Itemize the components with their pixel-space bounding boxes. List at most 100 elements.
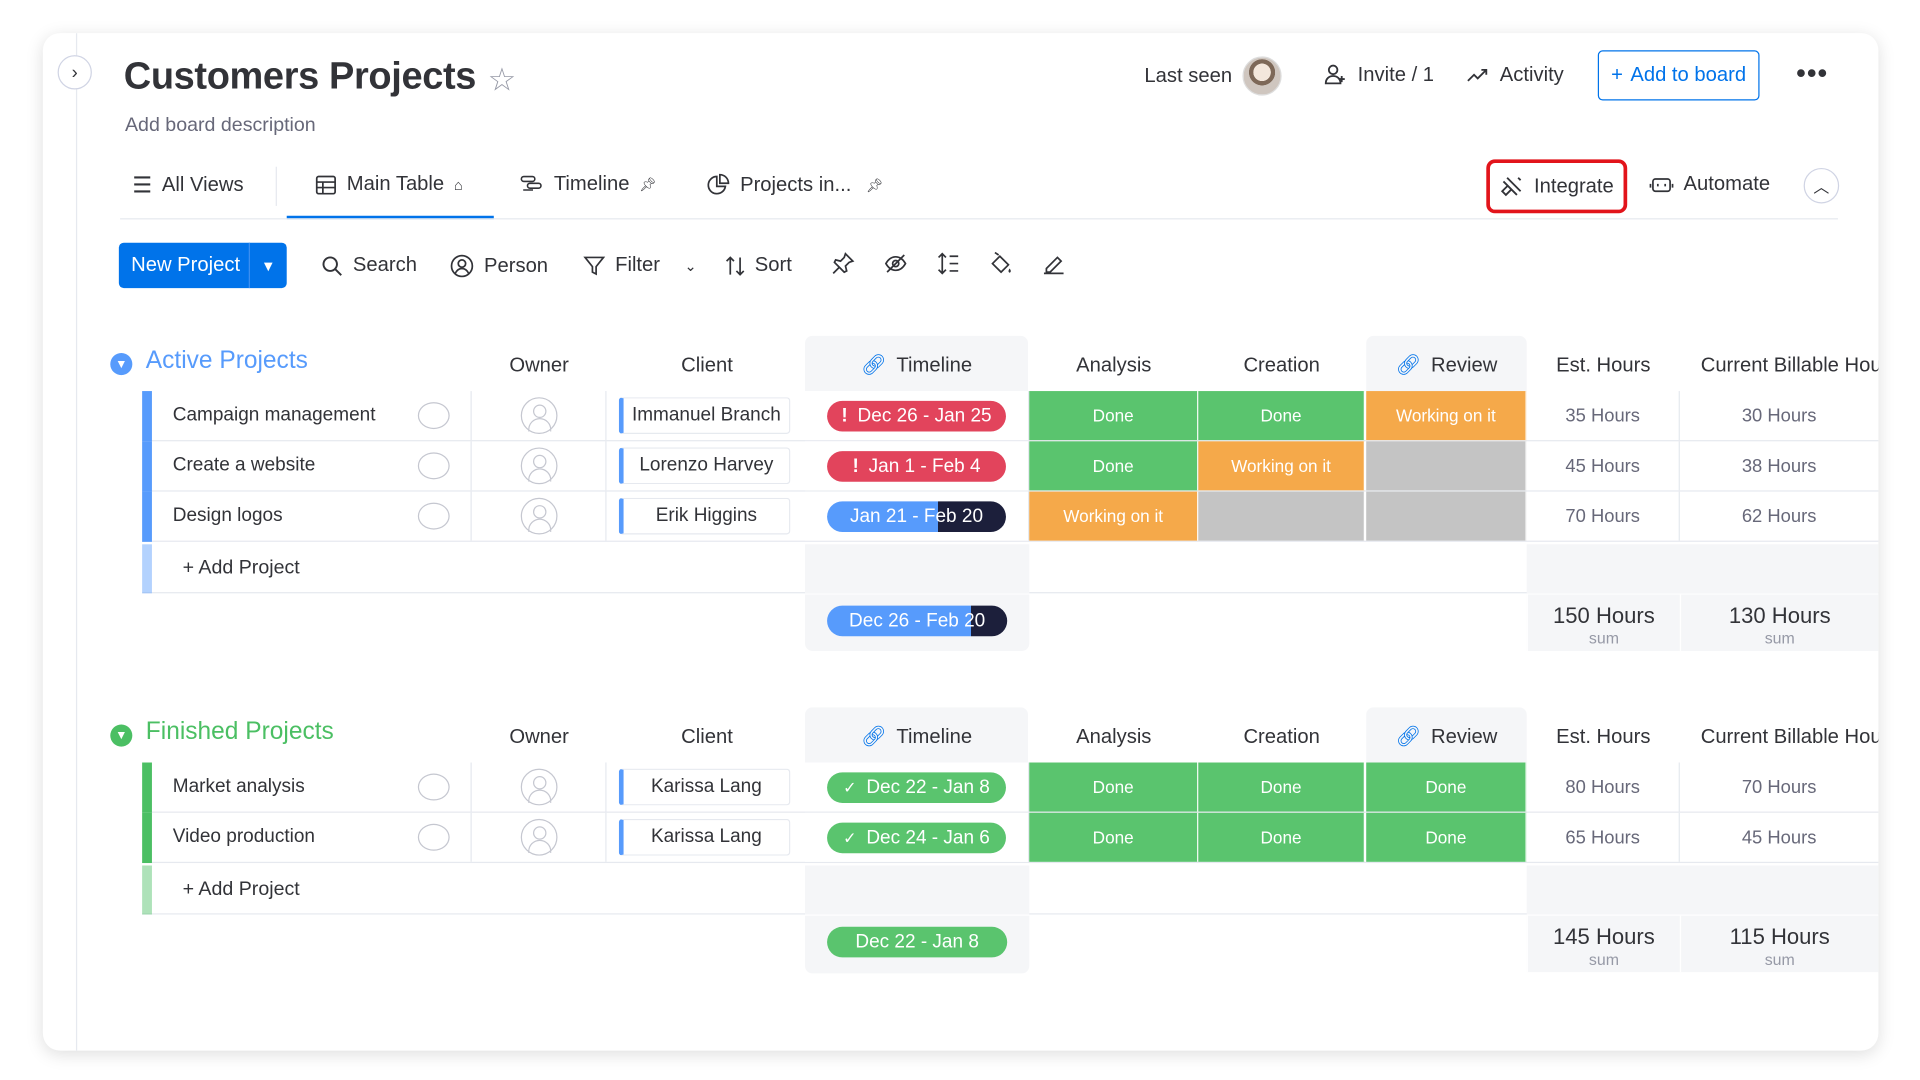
- automate-label: Automate: [1683, 172, 1771, 195]
- status-review[interactable]: Working on it: [1366, 391, 1527, 441]
- timeline-cell[interactable]: ! Jan 1 - Feb 4: [805, 441, 1030, 491]
- owner-cell[interactable]: [472, 441, 607, 491]
- column-header-review[interactable]: 🔗︎ Review: [1366, 354, 1527, 377]
- column-header-label: Current Billable Hours: [1700, 354, 1879, 377]
- comment-icon[interactable]: [417, 452, 450, 480]
- tab-main-table[interactable]: Main Table ⌂: [315, 173, 463, 196]
- comment-icon[interactable]: [417, 823, 450, 851]
- filter-button[interactable]: Filter ⌄: [583, 254, 697, 277]
- search-button[interactable]: Search: [321, 254, 417, 277]
- status-analysis[interactable]: Done: [1029, 391, 1199, 441]
- person-filter-button[interactable]: Person: [450, 254, 548, 279]
- edit-icon[interactable]: [1042, 251, 1067, 282]
- paint-bucket-icon[interactable]: [989, 251, 1014, 282]
- client-cell[interactable]: Immanuel Branch: [607, 391, 805, 440]
- tab-projects[interactable]: Projects in... 📌︎: [706, 173, 883, 198]
- status-creation[interactable]: Working on it: [1198, 441, 1365, 491]
- status-review[interactable]: [1366, 491, 1527, 541]
- group-title[interactable]: Active Projects: [146, 347, 308, 375]
- owner-cell[interactable]: [472, 762, 607, 812]
- status-creation[interactable]: Done: [1198, 812, 1365, 862]
- column-header-owner[interactable]: Owner: [472, 726, 607, 749]
- board-description[interactable]: Add board description: [125, 115, 316, 137]
- column-header-billable[interactable]: Current Billable Hours: [1680, 726, 1879, 749]
- timeline-range: Jan 1 - Feb 4: [868, 455, 981, 477]
- pin-icon: 📌︎: [866, 178, 884, 194]
- owner-cell[interactable]: [472, 391, 607, 441]
- new-project-button[interactable]: New Project ▼: [118, 242, 287, 289]
- chevron-down-icon[interactable]: ⌄: [685, 257, 697, 274]
- row-height-icon[interactable]: [936, 251, 961, 282]
- status-analysis[interactable]: Done: [1029, 441, 1199, 491]
- add-item-row[interactable]: + Add Project: [142, 544, 1879, 594]
- column-header-review[interactable]: 🔗︎ Review: [1366, 726, 1527, 749]
- hide-icon[interactable]: [883, 251, 908, 282]
- add-to-board-button[interactable]: + Add to board: [1597, 50, 1760, 101]
- table-row[interactable]: Create a website Lorenzo Harvey! Jan 1 - F…: [142, 441, 1879, 492]
- client-cell[interactable]: Lorenzo Harvey: [607, 441, 805, 490]
- column-header-creation[interactable]: Creation: [1198, 726, 1365, 749]
- status-analysis[interactable]: Done: [1029, 812, 1199, 862]
- star-icon[interactable]: ☆: [488, 61, 517, 99]
- client-cell[interactable]: Karissa Lang: [607, 763, 805, 812]
- group-toggle-icon[interactable]: ▼: [110, 353, 133, 376]
- timeline-cell[interactable]: ✓ Dec 24 - Jan 6: [805, 812, 1030, 862]
- board-title[interactable]: Customers Projects: [124, 54, 477, 98]
- integrate-button[interactable]: Integrate: [1486, 159, 1628, 214]
- column-header-creation[interactable]: Creation: [1198, 354, 1365, 377]
- status-creation[interactable]: [1198, 491, 1365, 541]
- timeline-cell[interactable]: ! Dec 26 - Jan 25: [805, 391, 1030, 441]
- owner-cell[interactable]: [472, 812, 607, 862]
- sort-button[interactable]: Sort: [725, 254, 792, 277]
- owner-cell[interactable]: [472, 491, 607, 541]
- activity-button[interactable]: Activity: [1465, 63, 1564, 88]
- status-creation[interactable]: Done: [1198, 762, 1365, 812]
- add-project-input[interactable]: + Add Project: [183, 558, 300, 580]
- column-header-analysis[interactable]: Analysis: [1029, 354, 1198, 377]
- column-header-est-hours[interactable]: Est. Hours: [1527, 354, 1680, 377]
- more-options-icon[interactable]: •••: [1796, 58, 1828, 90]
- last-seen[interactable]: Last seen: [1144, 56, 1282, 96]
- group-title[interactable]: Finished Projects: [146, 718, 334, 746]
- status-review[interactable]: [1366, 441, 1527, 491]
- table-row[interactable]: Campaign management Immanuel Branch! Dec 2…: [142, 391, 1879, 442]
- comment-icon[interactable]: [417, 502, 450, 530]
- comment-icon[interactable]: [417, 773, 450, 801]
- table-row[interactable]: Design logos Erik Higgins Jan 21 - Feb 20 W…: [142, 491, 1879, 542]
- column-header-label: Client: [681, 725, 733, 748]
- automate-button[interactable]: Automate: [1649, 173, 1770, 196]
- chevron-down-icon[interactable]: ▼: [250, 257, 287, 274]
- add-project-input[interactable]: + Add Project: [183, 879, 300, 901]
- row-color-bar: [142, 865, 152, 915]
- pin-icon[interactable]: [831, 251, 856, 282]
- search-label: Search: [352, 253, 417, 276]
- column-header-est-hours[interactable]: Est. Hours: [1527, 726, 1680, 749]
- client-cell[interactable]: Erik Higgins: [607, 492, 805, 541]
- timeline-cell[interactable]: Jan 21 - Feb 20: [805, 491, 1030, 541]
- tab-all-views[interactable]: ☰ All Views: [132, 173, 243, 199]
- status-analysis[interactable]: Done: [1029, 762, 1199, 812]
- status-review[interactable]: Done: [1366, 762, 1527, 812]
- add-item-row[interactable]: + Add Project: [142, 865, 1879, 915]
- column-header-analysis[interactable]: Analysis: [1029, 726, 1198, 749]
- column-header-client[interactable]: Client: [609, 354, 805, 377]
- column-header-client[interactable]: Client: [609, 726, 805, 749]
- status-review[interactable]: Done: [1366, 812, 1527, 862]
- timeline-cell[interactable]: ✓ Dec 22 - Jan 8: [805, 762, 1030, 812]
- table-row[interactable]: Market analysis Karissa Lang ✓ Dec 22 - Jan…: [142, 762, 1879, 813]
- client-cell[interactable]: Karissa Lang: [607, 813, 805, 862]
- collapse-header-button[interactable]: ︿: [1803, 167, 1840, 204]
- expand-sidebar-button[interactable]: ›: [57, 55, 92, 90]
- status-creation[interactable]: Done: [1198, 391, 1365, 441]
- invite-button[interactable]: Invite / 1: [1323, 63, 1434, 88]
- comment-icon[interactable]: [417, 402, 450, 430]
- status-analysis[interactable]: Working on it: [1029, 491, 1199, 541]
- table-row[interactable]: Video production Karissa Lang ✓ Dec 24 - Ja…: [142, 812, 1879, 864]
- avatar[interactable]: [1241, 56, 1282, 96]
- tab-timeline[interactable]: Timeline 📌︎: [520, 173, 656, 196]
- column-header-timeline[interactable]: 🔗︎ Timeline: [805, 726, 1028, 749]
- column-header-timeline[interactable]: 🔗︎ Timeline: [805, 354, 1028, 377]
- column-header-owner[interactable]: Owner: [472, 354, 607, 377]
- group-toggle-icon[interactable]: ▼: [110, 724, 133, 747]
- column-header-billable[interactable]: Current Billable Hours: [1680, 354, 1879, 377]
